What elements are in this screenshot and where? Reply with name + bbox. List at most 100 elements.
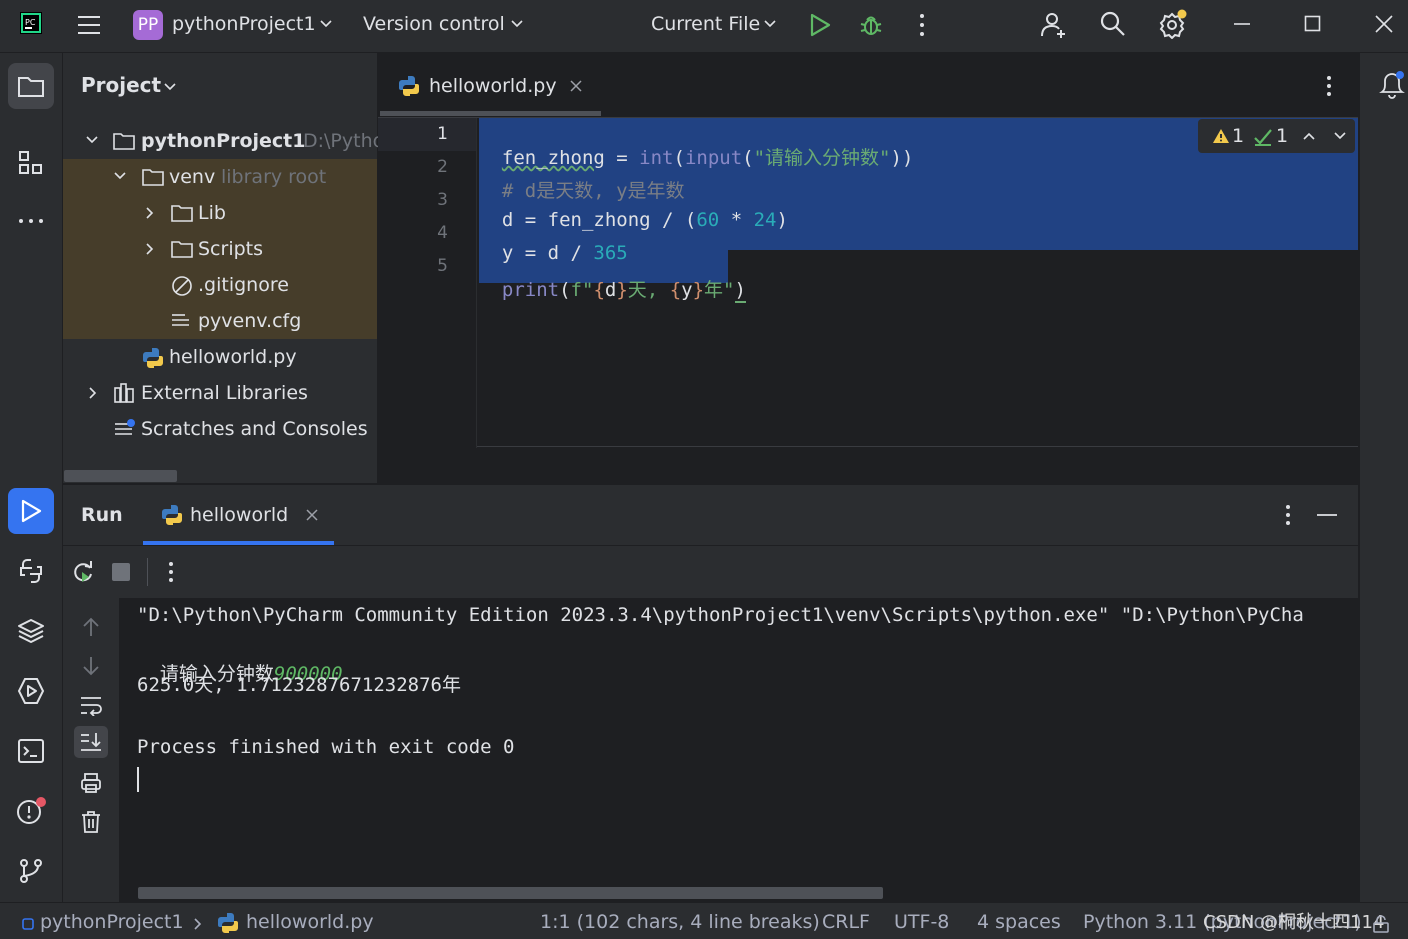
maximize-icon[interactable] <box>1304 15 1322 33</box>
breadcrumb-file[interactable]: helloworld.py <box>246 911 374 933</box>
trash-icon[interactable] <box>81 810 101 834</box>
rerun-icon[interactable] <box>71 560 95 584</box>
tree-item-external-libraries[interactable]: External Libraries <box>63 376 377 412</box>
terminal-button[interactable] <box>8 728 54 774</box>
close-tab-icon[interactable] <box>570 80 582 92</box>
tree-item-gitignore[interactable]: .gitignore <box>63 268 377 304</box>
run-config-selector[interactable]: Current File <box>651 10 781 42</box>
debug-icon[interactable] <box>858 12 884 38</box>
up-arrow-icon[interactable] <box>81 616 101 638</box>
close-tab-icon[interactable] <box>306 509 318 521</box>
venv-hint: library root <box>221 166 327 188</box>
hide-panel-icon[interactable] <box>1317 513 1337 517</box>
project-horizontal-scrollbar[interactable] <box>64 470 177 482</box>
more-actions-icon[interactable] <box>919 13 925 37</box>
more-tools-button[interactable] <box>8 198 54 244</box>
run-options-icon[interactable] <box>1285 504 1291 526</box>
project-tool-button[interactable] <box>8 63 54 109</box>
next-highlight-icon[interactable] <box>1333 131 1347 141</box>
settings-icon[interactable] <box>1157 9 1189 39</box>
tree-item-helloworld[interactable]: helloworld.py <box>63 340 377 376</box>
run-tool-button[interactable] <box>8 488 54 534</box>
token: ( <box>559 279 571 301</box>
python-file-icon <box>142 347 164 369</box>
code-with-me-icon[interactable] <box>1039 10 1069 40</box>
run-tab-underline <box>143 541 334 545</box>
console-caret <box>137 767 139 792</box>
scroll-to-end-button[interactable] <box>74 726 108 758</box>
editor-more-icon[interactable] <box>1326 75 1332 97</box>
pyvenv-name: pyvenv.cfg <box>198 310 302 332</box>
close-icon[interactable] <box>1374 14 1394 34</box>
folder-icon <box>113 132 135 150</box>
folder-icon <box>171 240 193 258</box>
chevron-down-icon <box>319 19 333 29</box>
pycharm-logo-icon: PC <box>20 12 42 34</box>
more-actions-icon[interactable] <box>168 561 174 583</box>
breadcrumb-project[interactable]: pythonProject1 <box>40 911 184 933</box>
run-tab-helloworld[interactable]: helloworld <box>143 485 334 545</box>
editor-tab[interactable]: helloworld.py <box>378 53 602 117</box>
run-tab-label: helloworld <box>190 504 289 526</box>
code-line-4[interactable]: y = d / 365 <box>479 220 628 264</box>
token: 60 <box>696 209 720 231</box>
tree-item-root[interactable]: pythonProject1 D:\Pytho <box>63 124 384 160</box>
minimize-icon[interactable] <box>1233 22 1251 26</box>
lock-icon[interactable] <box>1372 915 1390 933</box>
python-file-icon <box>217 912 239 934</box>
search-icon[interactable] <box>1099 10 1127 38</box>
project-square-icon <box>22 918 34 930</box>
main-menu-icon[interactable] <box>76 13 102 37</box>
python-packages-button[interactable] <box>8 608 54 654</box>
code-line-2[interactable]: # d是天数, y是年数 <box>479 154 685 202</box>
version-control-menu[interactable]: Version control <box>363 10 528 42</box>
soft-wrap-icon[interactable] <box>79 694 103 716</box>
indent-setting[interactable]: 4 spaces <box>977 911 1061 933</box>
structure-tool-button[interactable] <box>8 140 54 186</box>
token: f" <box>570 279 594 301</box>
tree-item-scratches[interactable]: Scratches and Consoles <box>63 412 377 448</box>
run-icon[interactable] <box>808 13 832 37</box>
tree-item-lib[interactable]: Lib <box>63 196 377 232</box>
code-line-3[interactable]: d = fen_zhong / (60 * 24) <box>479 187 788 231</box>
console-horizontal-scrollbar[interactable] <box>138 887 883 899</box>
previous-highlight-icon[interactable] <box>1302 131 1316 141</box>
run-header: Run helloworld <box>63 485 1358 545</box>
git-button[interactable] <box>8 848 54 894</box>
print-icon[interactable] <box>80 772 102 794</box>
version-control-label: Version control <box>363 13 505 35</box>
inspection-widget[interactable]: 1 1 <box>1198 119 1355 153</box>
down-arrow-icon[interactable] <box>81 655 101 677</box>
code-line-5[interactable]: print(f"{d}天, {y}年") <box>479 253 746 303</box>
line-number-gutter: 1 2 3 4 5 <box>378 118 477 448</box>
scroll-to-end-icon <box>79 731 103 753</box>
caret-position[interactable]: 1:1 (102 chars, 4 line breaks) <box>540 911 820 933</box>
notifications-icon[interactable] <box>1378 70 1406 100</box>
token: "请输入分钟数" <box>753 147 891 169</box>
folder-icon <box>17 74 45 98</box>
problems-button[interactable] <box>8 788 54 834</box>
python-console-button[interactable] <box>8 548 54 594</box>
stop-icon[interactable] <box>111 562 131 582</box>
active-tab-underline <box>380 111 601 116</box>
git-branch-icon <box>17 857 45 885</box>
file-encoding[interactable]: UTF-8 <box>894 911 949 933</box>
project-view-selector[interactable]: Project <box>81 73 191 103</box>
csdn-watermark: CSDN @桐秋十四114 <box>1203 912 1385 933</box>
tree-item-scripts[interactable]: Scripts <box>63 232 377 268</box>
project-switcher[interactable]: PP pythonProject1 <box>133 10 338 42</box>
structure-icon <box>18 150 44 176</box>
chevron-down-icon <box>763 19 777 29</box>
python-console-icon <box>17 557 45 585</box>
line-separator[interactable]: CRLF <box>822 911 870 933</box>
folder-icon <box>171 204 193 222</box>
token: 24 <box>753 209 777 231</box>
tree-item-venv[interactable]: venv library root <box>63 160 377 196</box>
python-file-icon <box>161 504 183 526</box>
token: print <box>501 279 560 301</box>
line-number: 3 <box>437 190 448 210</box>
services-button[interactable] <box>8 668 54 714</box>
code-line-1[interactable]: fen_zhong = int(input("请输入分钟数")) <box>479 121 914 169</box>
tree-item-pyvenv[interactable]: pyvenv.cfg <box>63 304 377 340</box>
folder-icon <box>142 168 164 186</box>
